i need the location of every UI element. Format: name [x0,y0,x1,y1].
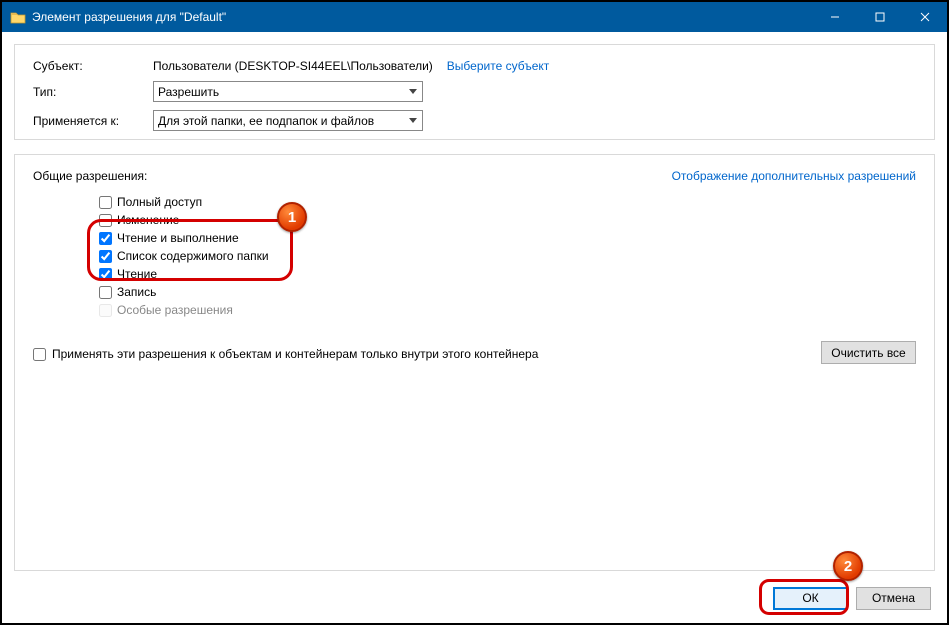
applies-label: Применяется к: [33,114,153,128]
perm-full-access[interactable]: Полный доступ [99,193,916,211]
apply-only-within-label: Применять эти разрешения к объектам и ко… [52,347,538,361]
perm-list-contents[interactable]: Список содержимого папки [99,247,916,265]
apply-only-within-checkbox[interactable] [33,348,46,361]
perm-modify-checkbox[interactable] [99,214,112,227]
perm-write[interactable]: Запись [99,283,916,301]
perm-modify[interactable]: Изменение [99,211,916,229]
applies-select[interactable]: Для этой папки, ее подпапок и файлов [153,110,423,131]
subject-label: Субъект: [33,59,153,73]
perm-read-checkbox[interactable] [99,268,112,281]
folder-icon [10,9,26,25]
permissions-section: Общие разрешения: Отображение дополнител… [14,154,935,571]
maximize-button[interactable] [857,2,902,32]
type-select[interactable]: Разрешить [153,81,423,102]
cancel-button[interactable]: Отмена [856,587,931,610]
permissions-list: Полный доступ Изменение Чтение и выполне… [99,193,916,319]
select-subject-link[interactable]: Выберите субъект [447,59,549,73]
titlebar: Элемент разрешения для "Default" [2,2,947,32]
perm-write-checkbox[interactable] [99,286,112,299]
perm-read-execute[interactable]: Чтение и выполнение [99,229,916,247]
perm-special-checkbox [99,304,112,317]
perm-full-access-checkbox[interactable] [99,196,112,209]
perm-read[interactable]: Чтение [99,265,916,283]
advanced-permissions-link[interactable]: Отображение дополнительных разрешений [672,169,916,183]
window-title: Элемент разрешения для "Default" [32,10,812,24]
principal-section: Субъект: Пользователи (DESKTOP-SI44EEL\П… [14,44,935,140]
close-button[interactable] [902,2,947,32]
type-label: Тип: [33,85,153,99]
perm-read-execute-checkbox[interactable] [99,232,112,245]
permission-entry-window: Элемент разрешения для "Default" Субъект… [0,0,949,625]
subject-value: Пользователи (DESKTOP-SI44EEL\Пользовате… [153,59,433,73]
minimize-button[interactable] [812,2,857,32]
client-area: Субъект: Пользователи (DESKTOP-SI44EEL\П… [2,32,947,623]
ok-button[interactable]: ОК [773,587,848,610]
perm-special: Особые разрешения [99,301,916,319]
clear-all-button[interactable]: Очистить все [821,341,916,364]
basic-permissions-label: Общие разрешения: [33,169,147,183]
dialog-footer: 2 ОК Отмена [14,585,931,615]
perm-list-contents-checkbox[interactable] [99,250,112,263]
